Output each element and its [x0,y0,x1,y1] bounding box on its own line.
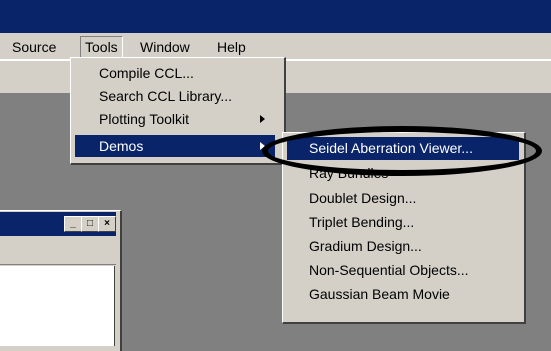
menu-item-demos[interactable]: Demos [75,135,275,157]
menu-item-label: Doublet Design... [309,190,417,206]
menu-item-gradium-design[interactable]: Gradium Design... [287,235,519,258]
menu-item-label: Non-Sequential Objects... [309,262,469,278]
menu-item-label: Compile CCL... [99,65,194,81]
close-button[interactable]: × [98,216,116,232]
minimize-button[interactable]: _ [64,216,82,232]
menu-help[interactable]: Help [213,37,250,57]
menu-item-gaussian-beam-movie[interactable]: Gaussian Beam Movie [287,283,519,306]
menu-window[interactable]: Window [136,37,194,57]
title-bar [0,0,551,33]
menu-tools[interactable]: Tools [80,36,123,58]
menu-item-label: Gradium Design... [309,238,422,254]
menu-item-doublet-design[interactable]: Doublet Design... [287,187,519,210]
menu-item-label: Demos [99,138,144,154]
child-window-toolbar [0,238,116,265]
menu-item-ray-bundles[interactable]: Ray Bundles [287,162,519,185]
demos-submenu: Seidel Aberration Viewer... Ray Bundles … [282,132,526,324]
submenu-arrow-icon [260,115,265,123]
menu-item-non-sequential-objects[interactable]: Non-Sequential Objects... [287,259,519,282]
menu-item-plotting-toolkit[interactable]: Plotting Toolkit [75,108,275,130]
menu-item-triplet-bending[interactable]: Triplet Bending... [287,211,519,234]
menu-item-label: Plotting Toolkit [99,111,190,127]
menu-bar: Source Tools Window Help [0,33,551,60]
menu-item-label: Triplet Bending... [309,214,415,230]
menu-item-label: Gaussian Beam Movie [309,286,450,302]
menu-item-search-ccl-library[interactable]: Search CCL Library... [75,85,275,107]
maximize-button[interactable]: □ [81,216,99,232]
menu-item-label: Seidel Aberration Viewer... [309,140,473,156]
child-window-content [0,266,115,346]
tools-menu: Compile CCL... Search CCL Library... Plo… [70,57,286,165]
menu-source[interactable]: Source [8,37,60,57]
menu-item-seidel-aberration-viewer[interactable]: Seidel Aberration Viewer... [287,137,519,160]
menu-item-label: Search CCL Library... [99,88,233,104]
submenu-arrow-icon [260,142,265,150]
menu-item-compile-ccl[interactable]: Compile CCL... [75,62,275,84]
menu-item-label: Ray Bundles [309,165,389,181]
